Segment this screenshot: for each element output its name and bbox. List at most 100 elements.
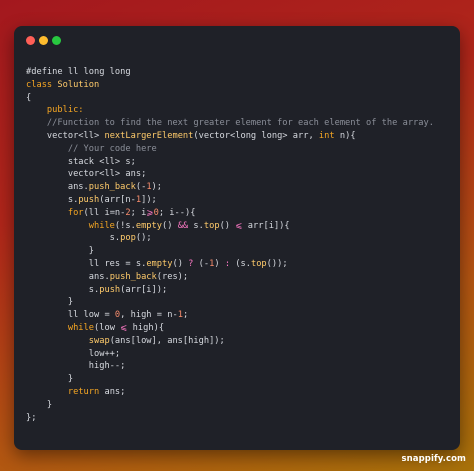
code-token: && [177, 220, 189, 231]
code-token: class [26, 79, 53, 90]
code-token: s. [26, 233, 121, 244]
code-token: return [67, 386, 100, 397]
code-line: for(ll i=n-2; i⩾0; i--){ [26, 207, 454, 220]
code-token: } [26, 297, 74, 308]
code-token: top [250, 258, 267, 269]
code-token: while [67, 322, 94, 333]
code-token: n){ [334, 130, 356, 141]
code-token: ans. [26, 271, 110, 282]
code-line: }; [26, 412, 454, 425]
code-token: arr[i]){ [242, 220, 290, 231]
code-token: top [203, 220, 220, 231]
code-token: vector<ll> ans; [26, 169, 147, 180]
code-token: s. [26, 284, 100, 295]
code-line: ans.push_back(-1); [26, 181, 454, 194]
code-token: s. [26, 194, 79, 205]
code-line: s.push(arr[n-1]); [26, 194, 454, 207]
code-token: (arr[n- [99, 194, 136, 205]
code-token: int [318, 130, 335, 141]
code-token: ; [182, 310, 189, 321]
code-token: ans. [26, 182, 89, 193]
code-block: #define ll long long class Solution{ publ… [26, 66, 454, 424]
code-line: class Solution [26, 79, 454, 92]
code-token: (ll i=n- [83, 207, 126, 218]
code-line: while(!s.empty() && s.top() ⩽ arr[i]){ [26, 220, 454, 233]
code-token: while [88, 220, 115, 231]
code-token: ); [151, 182, 163, 193]
code-token: Solution [57, 79, 100, 90]
code-token: } [26, 399, 53, 410]
code-token: (arr[i]); [120, 284, 168, 295]
code-line: while(low ⩽ high){ [26, 322, 454, 335]
code-window: #define ll long long class Solution{ publ… [14, 26, 460, 450]
code-token: empty [146, 258, 173, 269]
code-line: return ans; [26, 386, 454, 399]
code-line: s.push(arr[i]); [26, 284, 454, 297]
maximize-dot-icon [52, 36, 61, 45]
code-token: nextLargerElement [104, 130, 194, 141]
code-token: ⩽ [235, 220, 243, 231]
code-line: stack <ll> s; [26, 156, 454, 169]
code-token: ; i [130, 207, 147, 218]
code-token: (- [193, 258, 210, 269]
watermark: snappify.com [401, 454, 466, 464]
code-token: for [67, 207, 84, 218]
code-token: ⩾ [146, 207, 154, 218]
code-token: (res); [156, 271, 189, 282]
code-token: // Your code here [67, 143, 157, 154]
code-token: () [162, 220, 178, 231]
code-token: (- [135, 182, 147, 193]
code-line: } [26, 373, 454, 386]
code-line: // Your code here [26, 143, 454, 156]
code-token: empty [135, 220, 162, 231]
code-token: (); [135, 233, 152, 244]
code-line: high--; [26, 360, 454, 373]
code-line: { [26, 92, 454, 105]
close-dot-icon [26, 36, 35, 45]
code-line: vector<ll> nextLargerElement(vector<long… [26, 130, 454, 143]
code-token: push_back [109, 271, 157, 282]
code-token: ll low = [26, 310, 115, 321]
code-line: } [26, 245, 454, 258]
code-token: push [78, 194, 100, 205]
code-token: pop [120, 233, 136, 244]
code-token: vector<ll> [26, 130, 105, 141]
code-line: ll res = s.empty() ? (-1) : (s.top()); [26, 258, 454, 271]
code-token: (vector<long long> arr, [193, 130, 319, 141]
code-token: () [219, 220, 236, 231]
code-token: ]); [141, 194, 157, 205]
code-token: ans; [99, 386, 126, 397]
code-token: low++; [26, 348, 121, 359]
code-token: push_back [88, 182, 136, 193]
code-token: stack <ll> s; [26, 156, 136, 167]
code-line: } [26, 399, 454, 412]
code-token: high){ [127, 322, 165, 333]
code-token: ) [214, 258, 225, 269]
code-token: (low [94, 322, 121, 333]
code-line: vector<ll> ans; [26, 168, 454, 181]
code-line: public: [26, 104, 454, 117]
code-line: ll low = 0, high = n-1; [26, 309, 454, 322]
code-line: low++; [26, 348, 454, 361]
code-line: s.pop(); [26, 232, 454, 245]
code-token: high--; [26, 361, 126, 372]
code-token: { [26, 92, 32, 103]
code-token: ; i--){ [158, 207, 196, 218]
code-token: #define ll long long [26, 67, 131, 77]
code-token: (s. [230, 258, 251, 269]
code-token: ll res = s. [26, 258, 147, 269]
code-token: s. [188, 220, 204, 231]
code-line: swap(ans[low], ans[high]); [26, 335, 454, 348]
code-token: , high = n- [120, 310, 178, 321]
code-token: push [99, 284, 121, 295]
code-token: }; [26, 412, 37, 423]
code-token: () [172, 258, 189, 269]
